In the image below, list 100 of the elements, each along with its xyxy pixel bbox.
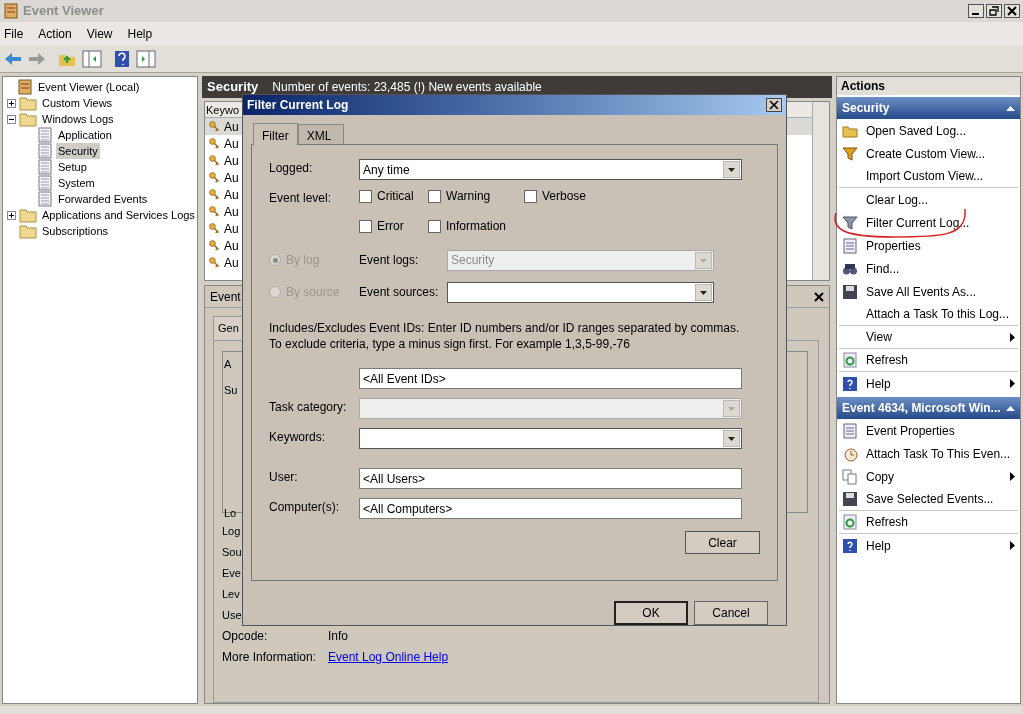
help-icon[interactable] bbox=[114, 49, 130, 68]
close-button[interactable] bbox=[766, 98, 782, 112]
command-item[interactable]: Help bbox=[839, 534, 1018, 557]
key-icon bbox=[208, 222, 221, 235]
command-item[interactable]: Copy bbox=[839, 465, 1018, 488]
expand-icon[interactable] bbox=[7, 98, 16, 108]
tree-item[interactable]: Security bbox=[56, 142, 100, 160]
command-item[interactable]: Save All Events As... bbox=[839, 280, 1018, 303]
tree-item[interactable]: System bbox=[56, 174, 97, 192]
key-icon bbox=[208, 154, 221, 167]
copy-icon bbox=[842, 468, 858, 485]
text-field[interactable]: <All Users> bbox=[359, 468, 742, 489]
help-link[interactable]: Event Log Online Help bbox=[328, 647, 449, 666]
funnel-icon bbox=[842, 214, 858, 231]
submenu-arrow-icon bbox=[1010, 332, 1015, 342]
command-item[interactable]: View bbox=[839, 326, 1018, 349]
menu-item[interactable]: View bbox=[86, 24, 113, 43]
dialog-button[interactable]: Cancel bbox=[694, 601, 768, 625]
command-item[interactable]: Open Saved Log... bbox=[839, 119, 1018, 142]
dropdown-arrow-icon bbox=[695, 283, 712, 301]
description-text: Includes/Excludes Event IDs: Enter ID numbers and/or ID ranges separated by commas. To exclude criteria, type a minus sign first. For example 1,3,5-99,-76 bbox=[269, 320, 741, 352]
command-item[interactable]: Import Custom View... bbox=[839, 165, 1018, 188]
filter-dropdown[interactable] bbox=[359, 428, 742, 449]
dropdown-arrow-icon bbox=[723, 161, 740, 178]
funnel-icon bbox=[842, 145, 858, 162]
folder-icon bbox=[19, 207, 37, 223]
field-label: Opcode: bbox=[222, 627, 269, 645]
level-checkbox[interactable]: Error bbox=[359, 219, 428, 233]
command-item[interactable]: Save Selected Events... bbox=[839, 488, 1018, 511]
tree-item[interactable]: Event Viewer (Local) bbox=[36, 78, 142, 96]
command-item[interactable]: Refresh bbox=[839, 511, 1018, 534]
restore-button[interactable] bbox=[986, 4, 1002, 18]
collapse-icon bbox=[1006, 105, 1015, 111]
tree-item[interactable]: Application bbox=[56, 126, 114, 144]
log-icon bbox=[37, 127, 53, 143]
tree-item[interactable]: Windows Logs bbox=[40, 110, 116, 128]
level-checkbox[interactable]: Verbose bbox=[524, 189, 644, 203]
help-icon bbox=[842, 375, 858, 392]
submenu-arrow-icon bbox=[1010, 472, 1015, 481]
field-label: Event logs: bbox=[359, 252, 420, 269]
section-header[interactable]: Event 4634, Microsoft Win... bbox=[837, 397, 1020, 419]
text-field[interactable]: <All Event IDs> bbox=[359, 368, 742, 389]
text-field[interactable]: <All Computers> bbox=[359, 498, 742, 519]
menu-item[interactable]: Action bbox=[38, 24, 72, 43]
tab[interactable]: Filter bbox=[253, 123, 298, 145]
log-summary: Number of events: 23,485 (!) New events available bbox=[272, 79, 542, 96]
scrollbar[interactable] bbox=[812, 102, 829, 280]
pane-toggle-icon[interactable] bbox=[136, 49, 156, 68]
properties-icon bbox=[842, 237, 858, 254]
level-checkbox[interactable]: Information bbox=[428, 219, 524, 233]
log-title: Security bbox=[207, 78, 259, 97]
menu-item[interactable]: Help bbox=[127, 24, 153, 43]
clear-button[interactable]: Clear bbox=[685, 531, 760, 554]
command-item[interactable]: Event Properties bbox=[839, 419, 1018, 442]
help-icon bbox=[842, 537, 858, 554]
command-item[interactable]: Attach Task To This Even... bbox=[839, 442, 1018, 465]
window-title: Event Viewer bbox=[23, 2, 104, 21]
level-checkbox[interactable]: Critical bbox=[359, 189, 428, 203]
command-item[interactable]: Find... bbox=[839, 257, 1018, 280]
menu-item[interactable]: File bbox=[4, 24, 24, 43]
command-item[interactable]: Clear Log... bbox=[839, 188, 1018, 211]
refresh-icon bbox=[842, 514, 858, 530]
section-header[interactable]: Security bbox=[837, 97, 1020, 119]
tree-item[interactable]: Applications and Services Logs bbox=[40, 206, 197, 224]
command-item[interactable]: Create Custom View... bbox=[839, 142, 1018, 165]
refresh-icon bbox=[842, 352, 858, 368]
command-item[interactable]: Help bbox=[839, 372, 1018, 395]
panel-title: Event bbox=[210, 288, 241, 306]
event-log-icon bbox=[17, 79, 33, 95]
minimize-button[interactable] bbox=[968, 4, 984, 18]
field-label: Use bbox=[222, 607, 242, 623]
log-icon bbox=[37, 191, 53, 207]
collapse-icon[interactable] bbox=[7, 114, 16, 124]
dialog-button[interactable]: OK bbox=[614, 601, 688, 625]
field-label: Logged: bbox=[269, 160, 314, 177]
log-icon bbox=[37, 143, 53, 159]
folder-icon bbox=[19, 223, 37, 239]
folder-icon bbox=[19, 111, 37, 127]
tree-item[interactable]: Setup bbox=[56, 158, 89, 176]
logged-dropdown[interactable]: Any time bbox=[359, 159, 742, 180]
command-item[interactable]: Properties bbox=[839, 234, 1018, 257]
expand-icon[interactable] bbox=[7, 210, 16, 220]
detail-text: A bbox=[224, 356, 232, 372]
tree-item[interactable]: Forwarded Events bbox=[56, 190, 150, 208]
key-icon bbox=[208, 188, 221, 201]
close-button[interactable] bbox=[1004, 4, 1020, 18]
field-label: Event sources: bbox=[359, 284, 440, 301]
level-checkbox[interactable]: Warning bbox=[428, 189, 524, 203]
close-icon[interactable] bbox=[814, 291, 824, 302]
tree-item[interactable]: Subscriptions bbox=[40, 222, 111, 240]
key-icon bbox=[208, 256, 221, 269]
command-item[interactable]: Attach a Task To this Log... bbox=[839, 303, 1018, 326]
tab[interactable]: Gen bbox=[213, 316, 244, 340]
back-arrow-icon[interactable] bbox=[4, 50, 22, 67]
tree-item[interactable]: Custom Views bbox=[40, 94, 115, 112]
dropdown-arrow-icon bbox=[723, 430, 740, 447]
command-item[interactable]: Refresh bbox=[839, 349, 1018, 372]
key-icon bbox=[208, 137, 221, 150]
tab[interactable]: XML bbox=[297, 124, 344, 144]
pane-toggle-icon[interactable] bbox=[82, 49, 102, 68]
